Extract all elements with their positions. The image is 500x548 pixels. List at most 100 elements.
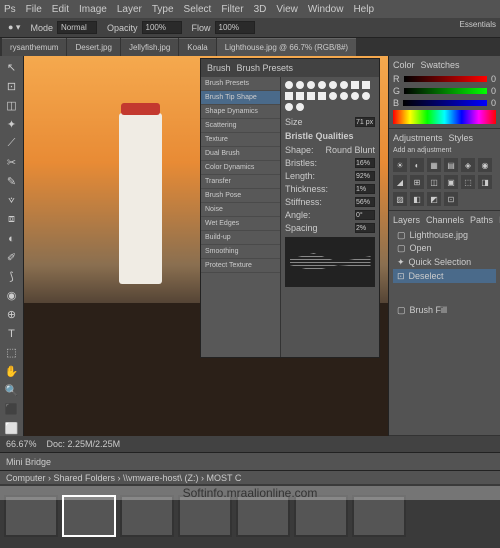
spacing-input[interactable] — [355, 223, 375, 233]
brush-color-dyn[interactable]: Color Dynamics — [201, 161, 280, 175]
brush-dual[interactable]: Dual Brush — [201, 147, 280, 161]
brush-tip-icon[interactable] — [307, 81, 315, 89]
menu-file[interactable]: File — [26, 4, 42, 15]
brush-transfer[interactable]: Transfer — [201, 175, 280, 189]
length-input[interactable] — [355, 171, 375, 181]
paths-tab[interactable]: Paths — [470, 215, 493, 225]
adj-vibrance-icon[interactable]: ◈ — [461, 158, 475, 172]
tab-0[interactable]: rysanthemum — [2, 38, 66, 56]
brush-scattering[interactable]: Scattering — [201, 119, 280, 133]
stamp-tool[interactable]: ⧈ — [3, 212, 21, 227]
swatches-tab[interactable]: Swatches — [421, 60, 460, 70]
brush-tip-shape[interactable]: Brush Tip Shape — [201, 91, 280, 105]
flow-input[interactable] — [215, 21, 255, 34]
brush-tip-icon[interactable] — [329, 92, 337, 100]
bridge-path[interactable]: Computer › Shared Folders › \\vmware-hos… — [6, 473, 241, 483]
adj-gradient-icon[interactable]: ◧ — [410, 192, 424, 206]
adj-colorbal-icon[interactable]: ◢ — [393, 175, 407, 189]
history-brush-tool[interactable]: ◐ — [3, 231, 21, 246]
color-tab[interactable]: Color — [393, 60, 415, 70]
bridge-thumb[interactable] — [236, 495, 290, 537]
brush-pose[interactable]: Brush Pose — [201, 189, 280, 203]
adj-curves-icon[interactable]: ▦ — [427, 158, 441, 172]
brush-tip-icon[interactable] — [296, 103, 304, 111]
brush-tip-icon[interactable] — [318, 92, 326, 100]
adj-exposure-icon[interactable]: ▤ — [444, 158, 458, 172]
brush-tip-icon[interactable] — [362, 81, 370, 89]
brush-tip-icon[interactable] — [307, 92, 315, 100]
menu-view[interactable]: View — [276, 4, 298, 15]
brush-shape-dyn[interactable]: Shape Dynamics — [201, 105, 280, 119]
stiffness-input[interactable] — [355, 197, 375, 207]
dodge-tool[interactable]: ⊕ — [3, 307, 21, 322]
foreground-color[interactable]: ⬛ — [3, 402, 21, 417]
g-slider[interactable] — [404, 88, 487, 94]
menu-type[interactable]: Type — [152, 4, 174, 15]
brush-preview-icon[interactable]: ● ▾ — [8, 22, 20, 33]
heal-tool[interactable]: ✎ — [3, 174, 21, 189]
brush-tip-icon[interactable] — [285, 81, 293, 89]
menu-filter[interactable]: Filter — [221, 4, 243, 15]
bridge-thumb[interactable] — [352, 495, 406, 537]
wand-tool[interactable]: ✦ — [3, 117, 21, 132]
brush-tip-icon[interactable] — [351, 81, 359, 89]
layers-tab[interactable]: Layers — [393, 215, 420, 225]
styles-tab[interactable]: Styles — [449, 133, 474, 143]
type-tool[interactable]: T — [3, 326, 21, 341]
tab-4[interactable]: Lighthouse.jpg @ 66.7% (RGB/8#) — [217, 38, 356, 56]
brush-tip-icon[interactable] — [340, 92, 348, 100]
menu-image[interactable]: Image — [79, 4, 107, 15]
menu-edit[interactable]: Edit — [52, 4, 69, 15]
r-slider[interactable] — [404, 76, 487, 82]
history-source[interactable]: ▢Lighthouse.jpg — [393, 229, 496, 241]
blur-tool[interactable]: ◉ — [3, 288, 21, 303]
brush-tip-icon[interactable] — [285, 92, 293, 100]
bridge-thumb[interactable] — [62, 495, 116, 537]
adj-lookup-icon[interactable]: ⊡ — [444, 192, 458, 206]
lasso-tool[interactable]: ◫ — [3, 98, 21, 113]
b-slider[interactable] — [403, 100, 487, 106]
history-brushfill[interactable]: ▢Brush Fill — [393, 303, 496, 317]
menu-help[interactable]: Help — [353, 4, 374, 15]
channels-tab[interactable]: Channels — [426, 215, 464, 225]
bridge-thumb[interactable] — [294, 495, 348, 537]
adjustments-tab[interactable]: Adjustments — [393, 133, 443, 143]
brush-protect[interactable]: Protect Texture — [201, 259, 280, 273]
adj-poster-icon[interactable]: ◨ — [478, 175, 492, 189]
bridge-thumb[interactable] — [120, 495, 174, 537]
menu-window[interactable]: Window — [308, 4, 344, 15]
tab-2[interactable]: Jellyfish.jpg — [121, 38, 178, 56]
brush-tool[interactable]: ⟇ — [3, 193, 21, 208]
marquee-tool[interactable]: ⊡ — [3, 79, 21, 94]
brush-tab[interactable]: Brush — [207, 63, 231, 73]
eyedropper-tool[interactable]: ✂ — [3, 155, 21, 170]
menu-3d[interactable]: 3D — [254, 4, 267, 15]
mini-bridge-title[interactable]: Mini Bridge — [6, 457, 51, 467]
size-input[interactable] — [355, 117, 375, 127]
adj-selective-icon[interactable]: ◩ — [427, 192, 441, 206]
brush-tip-icon[interactable] — [329, 81, 337, 89]
adj-hue-icon[interactable]: ◉ — [478, 158, 492, 172]
bridge-thumb[interactable] — [4, 495, 58, 537]
menu-layer[interactable]: Layer — [117, 4, 142, 15]
brush-opt-header[interactable]: Brush Presets — [201, 77, 280, 91]
opacity-input[interactable] — [142, 21, 182, 34]
adj-threshold-icon[interactable]: ▨ — [393, 192, 407, 206]
brush-tip-icon[interactable] — [340, 81, 348, 89]
zoom-level[interactable]: 66.67% — [6, 439, 37, 449]
hand-tool[interactable]: ✋ — [3, 364, 21, 379]
history-deselect[interactable]: ⊡Deselect — [393, 269, 496, 283]
brush-presets-tab[interactable]: Brush Presets — [237, 63, 294, 73]
brush-buildup[interactable]: Build-up — [201, 231, 280, 245]
mode-select[interactable] — [57, 21, 97, 34]
brush-texture[interactable]: Texture — [201, 133, 280, 147]
brush-noise[interactable]: Noise — [201, 203, 280, 217]
tab-1[interactable]: Desert.jpg — [67, 38, 119, 56]
workspace-switcher[interactable]: Essentials — [460, 20, 496, 29]
brush-tip-icon[interactable] — [296, 81, 304, 89]
spectrum-bar[interactable] — [393, 110, 496, 124]
gradient-tool[interactable]: ⟆ — [3, 269, 21, 284]
shape-value[interactable]: Round Blunt — [325, 145, 375, 155]
move-tool[interactable]: ↖ — [3, 60, 21, 75]
history-qsel[interactable]: ✦Quick Selection — [393, 255, 496, 269]
